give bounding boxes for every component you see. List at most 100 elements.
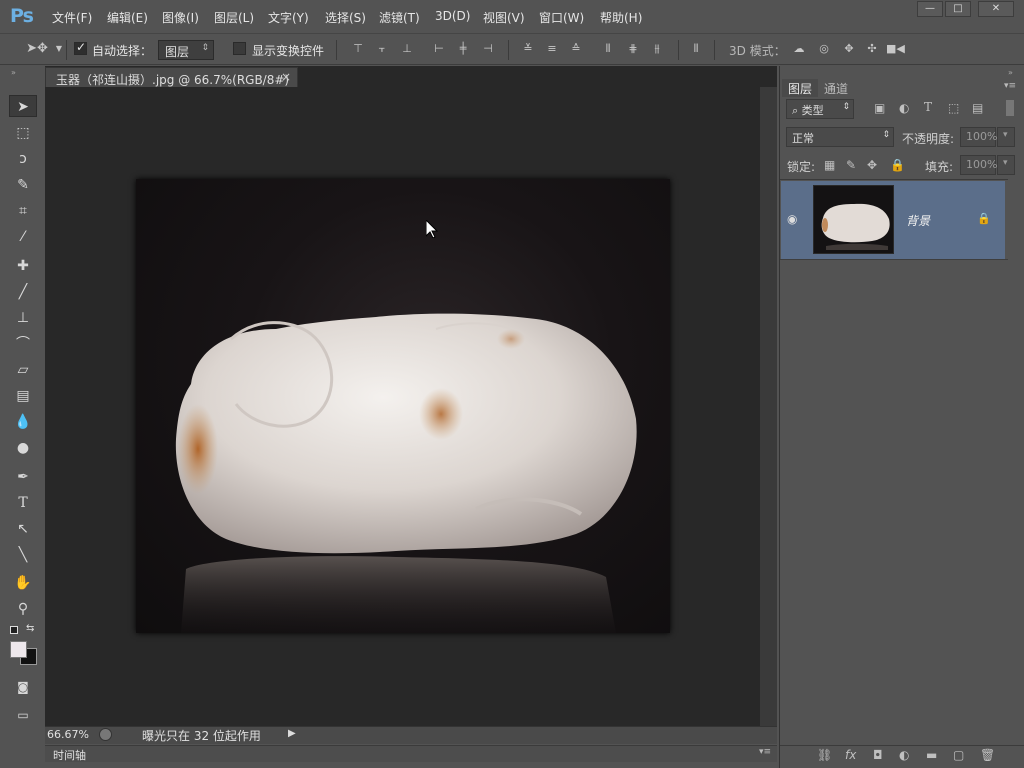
auto-select-target-dropdown[interactable]: 图层 ⇕ [158,40,214,60]
menu-help[interactable]: 帮助(H) [600,9,642,26]
path-selection-tool-icon[interactable]: ↖ [9,518,37,540]
blend-mode-dropdown[interactable]: 正常 ⇕ [786,127,894,147]
panel-menu-icon[interactable]: ▾≡ [759,747,771,757]
screen-mode-icon[interactable]: ▭ [9,704,37,726]
auto-align-layers-icon[interactable]: ⦀ [689,42,703,56]
dodge-tool-icon[interactable]: ● [9,437,37,459]
lock-all-icon[interactable]: 🔒 [890,158,905,172]
align-horizontal-center-icon[interactable]: ╪ [456,42,470,56]
default-colors-icon[interactable] [10,626,18,634]
new-layer-icon[interactable]: ▢ [953,748,964,762]
marquee-tool-icon[interactable]: ⬚ [9,122,37,144]
filter-adjustment-icon[interactable]: ◐ [899,101,909,115]
vertical-scrollbar[interactable] [760,87,777,727]
3d-scale-icon[interactable]: ■◀ [886,42,905,56]
new-group-folder-icon[interactable]: ▬ [926,748,937,762]
quick-mask-icon[interactable]: ◙ [9,676,37,698]
menu-filter[interactable]: 滤镜(T) [379,9,420,26]
menu-view[interactable]: 视图(V) [483,9,525,26]
zoom-tool-icon[interactable]: ⚲ [9,598,37,620]
menu-type[interactable]: 文字(Y) [268,9,309,26]
lock-position-icon[interactable]: ✥ [867,158,877,172]
collapse-panel-icon[interactable]: » [1008,68,1013,77]
new-adjustment-layer-icon[interactable]: ◐ [899,748,909,762]
link-layers-icon[interactable]: ⛓ [817,748,832,762]
trash-icon[interactable]: 🗑 [980,748,995,762]
timeline-panel-bar[interactable]: 时间轴 ▾≡ [45,745,777,762]
filter-pixel-icon[interactable]: ▣ [874,101,885,115]
distribute-left-icon[interactable]: ⫴ [601,42,615,56]
close-window-button[interactable]: ✕ [978,1,1014,17]
swap-colors-icon[interactable]: ⇆ [26,623,34,634]
auto-select-checkbox[interactable]: ✓ [74,40,87,55]
chevron-down-icon[interactable]: ▼ [52,42,66,56]
type-tool-icon[interactable]: T [9,492,37,514]
eraser-tool-icon[interactable]: ▱ [9,359,37,381]
tab-channels[interactable]: 通道 [818,79,854,97]
gradient-tool-icon[interactable]: ▤ [9,385,37,407]
panel-menu-icon[interactable]: ▾≡ [1004,81,1016,91]
menu-select[interactable]: 选择(S) [325,9,366,26]
fill-dropdown-icon[interactable]: ▾ [997,155,1015,175]
filter-kind-dropdown[interactable]: ⌕ 类型 ⇕ [786,99,854,119]
align-top-icon[interactable]: ⊤ [351,42,365,56]
align-right-icon[interactable]: ⊣ [481,42,495,56]
distribute-bottom-icon[interactable]: ≙ [569,42,583,56]
menu-3d[interactable]: 3D(D) [435,9,470,23]
lock-transparent-pixels-icon[interactable]: ▦ [824,158,835,172]
menu-edit[interactable]: 编辑(E) [107,9,148,26]
3d-slide-icon[interactable]: ✣ [863,42,881,56]
filter-type-icon[interactable]: T [924,100,932,114]
lasso-tool-icon[interactable]: ↄ [9,148,37,170]
minimize-button[interactable]: — [917,1,943,17]
3d-rotate-icon[interactable]: ☁ [790,42,808,56]
menu-window[interactable]: 窗口(W) [539,9,584,26]
filter-toggle-icon[interactable] [1006,100,1014,116]
3d-pan-icon[interactable]: ✥ [840,42,858,56]
maximize-button[interactable]: □ [945,1,971,17]
share-icon[interactable] [99,728,112,741]
foreground-color-swatch[interactable] [10,641,27,658]
move-tool-icon[interactable]: ➤ [9,95,37,117]
layer-thumbnail[interactable] [813,185,894,254]
pen-tool-icon[interactable]: ✒ [9,466,37,488]
distribute-vcenter-icon[interactable]: ≡ [545,42,559,56]
show-transform-checkbox[interactable] [233,42,246,55]
align-bottom-icon[interactable]: ⊥ [400,42,414,56]
filter-shape-icon[interactable]: ⬚ [948,101,959,115]
menu-file[interactable]: 文件(F) [52,9,92,26]
opacity-input[interactable]: 100% [960,127,997,147]
tab-layers[interactable]: 图层 [782,79,819,97]
distribute-hcenter-icon[interactable]: ⋕ [626,42,640,56]
close-tab-icon[interactable]: × [281,70,291,84]
status-menu-arrow-icon[interactable]: ▶ [288,728,296,739]
line-tool-icon[interactable]: ╲ [9,544,37,566]
hand-tool-icon[interactable]: ✋ [9,572,37,594]
move-tool-preset-icon[interactable]: ➤✥ [26,42,48,56]
fill-input[interactable]: 100% [960,155,997,175]
crop-tool-icon[interactable]: ⌗ [9,200,37,222]
document-canvas-image[interactable] [136,179,670,633]
blur-tool-icon[interactable]: 💧 [9,411,37,433]
layer-style-fx-icon[interactable]: fx [845,748,856,762]
document-tab[interactable]: 玉器（祁连山摄）.jpg @ 66.7%(RGB/8#) × [45,67,298,87]
align-left-icon[interactable]: ⊢ [432,42,446,56]
brush-tool-icon[interactable]: ╱ [9,281,37,303]
distribute-top-icon[interactable]: ≚ [521,42,535,56]
3d-roll-icon[interactable]: ◎ [815,42,833,56]
history-brush-tool-icon[interactable]: ⌒ [9,333,37,355]
layer-visibility-eye-icon[interactable]: ◉ [787,212,797,226]
layer-name[interactable]: 背景 [906,212,930,229]
distribute-right-icon[interactable]: ⫵ [650,42,664,56]
clone-stamp-tool-icon[interactable]: ⊥ [9,307,37,329]
menu-layer[interactable]: 图层(L) [214,9,254,26]
quick-selection-tool-icon[interactable]: ✎ [9,174,37,196]
zoom-level[interactable]: 66.67% [47,728,89,741]
menu-image[interactable]: 图像(I) [162,9,199,26]
healing-brush-tool-icon[interactable]: ✚ [9,255,37,277]
eyedropper-tool-icon[interactable]: ⁄ [9,226,37,248]
opacity-dropdown-icon[interactable]: ▾ [997,127,1015,147]
filter-smart-object-icon[interactable]: ▤ [972,101,983,115]
collapse-arrows-icon[interactable]: » [11,68,16,77]
align-vertical-center-icon[interactable]: ⫟ [375,42,389,56]
